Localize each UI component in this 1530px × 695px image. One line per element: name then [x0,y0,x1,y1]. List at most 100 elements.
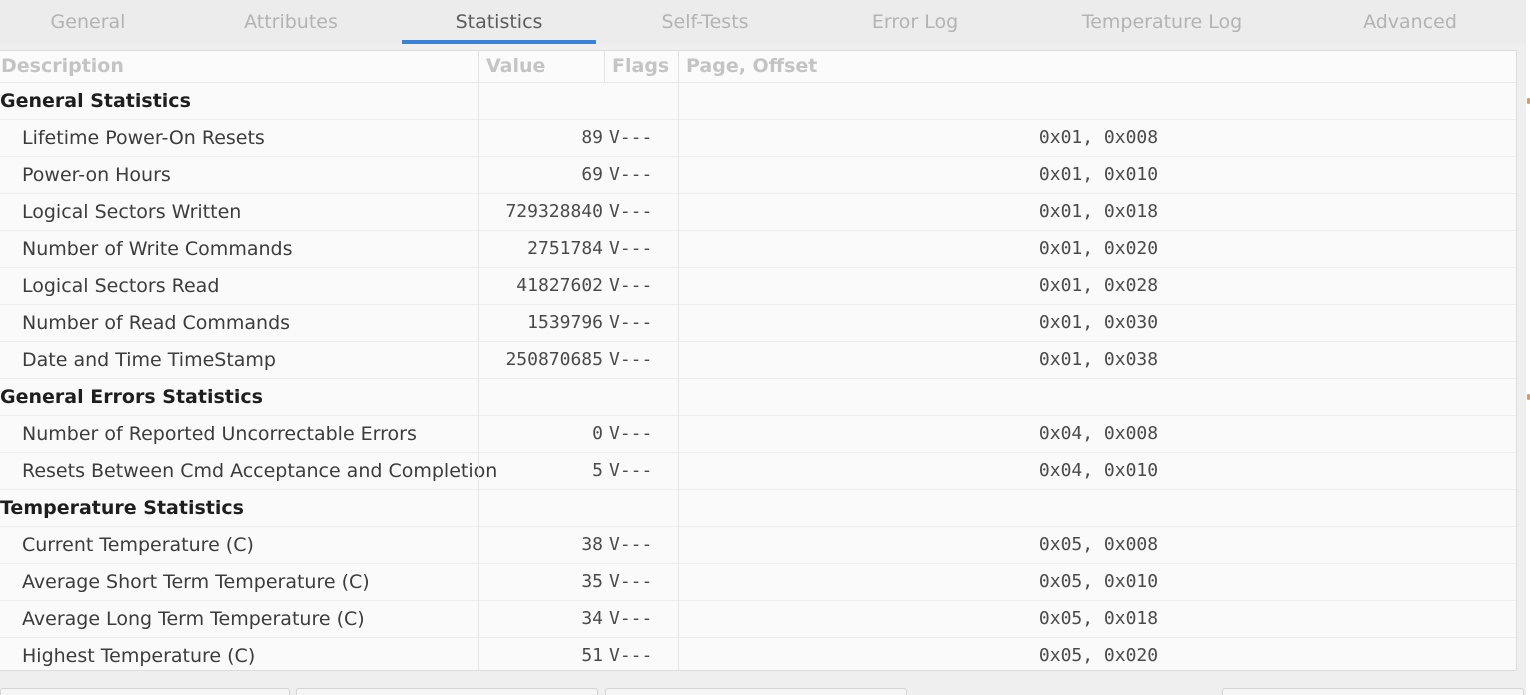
description-text: Average Short Term Temperature (C) [22,571,370,593]
cell-description: Lifetime Power-On Resets [0,120,478,156]
tab-self-tests[interactable]: Self-Tests [640,0,770,44]
cell-flags [609,490,677,526]
bottom-button-strip [0,688,1526,695]
column-divider [678,453,679,490]
cell-page-offset: 0x01, 0x038 [1038,349,1159,370]
column-divider [678,342,679,379]
column-divider [678,527,679,564]
description-text: General Statistics [0,90,191,112]
table-group-row[interactable]: General Errors Statistics [0,379,1516,416]
cell-value [479,83,603,119]
table-group-row[interactable]: General Statistics [0,83,1516,120]
cell-page-offset: 0x05, 0x008 [1038,534,1159,555]
table-row[interactable]: Average Long Term Temperature (C) 34 V--- 0… [0,601,1516,638]
tab-statistics[interactable]: Statistics [402,0,596,44]
cell-flags: V--- [609,645,653,666]
table-row[interactable]: Date and Time TimeStamp 250870685 V--- 0x01… [0,342,1516,379]
column-divider[interactable] [478,51,479,82]
table-row[interactable]: Resets Between Cmd Acceptance and Comple… [0,453,1516,490]
column-divider [678,305,679,342]
cell-page-offset: 0x01, 0x010 [1038,164,1159,185]
statistics-window: General Attributes Statistics Self-Tests… [0,0,1530,695]
cell-page-offset [680,490,1516,526]
cell-flags: V--- [609,460,653,481]
description-text: Number of Write Commands [22,238,293,260]
cell-value: 729328840 [505,201,603,222]
column-divider [678,194,679,231]
cell-description: Highest Temperature (C) [0,638,478,670]
cell-flags: V--- [609,164,653,185]
table-row[interactable]: Logical Sectors Read 41827602 V--- 0x01, 0x… [0,268,1516,305]
table-header: Description Value Flags Page, Offset [0,51,1516,83]
bottom-button[interactable] [0,688,290,695]
tab-error-log[interactable]: Error Log [850,0,980,44]
description-text: Power-on Hours [22,164,171,186]
description-text: General Errors Statistics [0,386,263,408]
cell-page-offset: 0x05, 0x018 [1038,608,1159,629]
table-row[interactable]: Number of Write Commands 2751784 V--- 0x01,… [0,231,1516,268]
cell-flags: V--- [609,608,653,629]
cell-value [479,490,603,526]
column-divider [678,379,679,416]
cell-flags [609,83,677,119]
column-divider[interactable] [678,51,679,82]
cell-value: 5 [592,460,603,481]
cell-flags: V--- [609,349,653,370]
cell-page-offset: 0x01, 0x008 [1038,127,1159,148]
cell-value: 38 [581,534,603,555]
cell-description: Average Long Term Temperature (C) [0,601,478,637]
cell-page-offset: 0x04, 0x008 [1038,423,1159,444]
column-divider [678,157,679,194]
column-divider [678,490,679,527]
cell-description: Logical Sectors Written [0,194,478,230]
column-header-page-offset[interactable]: Page, Offset [686,51,817,82]
cell-value: 51 [581,645,603,666]
bottom-button[interactable] [605,688,907,695]
column-header-flags[interactable]: Flags [612,51,669,82]
table-row[interactable]: Highest Temperature (C) 51 V--- 0x05, 0x020 [0,638,1516,670]
description-text: Number of Read Commands [22,312,291,334]
cell-value: 1539796 [527,312,603,333]
column-divider[interactable] [604,51,605,82]
cell-description: Number of Write Commands [0,231,478,267]
cell-description: Power-on Hours [0,157,478,193]
column-divider [678,564,679,601]
bottom-button[interactable] [296,688,598,695]
description-text: Number of Reported Uncorrectable Errors [22,423,417,445]
cell-flags: V--- [609,238,653,259]
column-divider [678,120,679,157]
tab-general[interactable]: General [28,0,148,44]
column-divider [678,601,679,638]
cell-page-offset: 0x01, 0x030 [1038,312,1159,333]
cell-flags: V--- [609,312,653,333]
column-divider [678,83,679,120]
tab-advanced[interactable]: Advanced [1345,0,1475,44]
table-row[interactable]: Logical Sectors Written 729328840 V--- 0x01… [0,194,1516,231]
cell-page-offset: 0x01, 0x028 [1038,275,1159,296]
table-row[interactable]: Current Temperature (C) 38 V--- 0x05, 0x008 [0,527,1516,564]
bottom-button[interactable] [1222,688,1524,695]
cell-value: 250870685 [505,349,603,370]
cell-description: Logical Sectors Read [0,268,478,304]
cell-flags [609,379,677,415]
description-text: Average Long Term Temperature (C) [22,608,365,630]
column-divider [678,416,679,453]
table-row[interactable]: Number of Read Commands 1539796 V--- 0x01, … [0,305,1516,342]
cell-page-offset: 0x05, 0x020 [1038,645,1159,666]
table-row[interactable]: Power-on Hours 69 V--- 0x01, 0x010 [0,157,1516,194]
cell-flags: V--- [609,534,653,555]
cell-flags: V--- [609,423,653,444]
table-row[interactable]: Lifetime Power-On Resets 89 V--- 0x01, 0x00… [0,120,1516,157]
column-header-value[interactable]: Value [486,51,545,82]
table-row[interactable]: Average Short Term Temperature (C) 35 V---… [0,564,1516,601]
cell-page-offset: 0x04, 0x010 [1038,460,1159,481]
tab-bar: General Attributes Statistics Self-Tests… [0,0,1526,44]
table-group-row[interactable]: Temperature Statistics [0,490,1516,527]
column-header-description[interactable]: Description [1,51,124,82]
tab-attributes[interactable]: Attributes [226,0,356,44]
cell-flags: V--- [609,275,653,296]
cell-description: Current Temperature (C) [0,527,478,563]
table-row[interactable]: Number of Reported Uncorrectable Errors 0… [0,416,1516,453]
cell-description: Number of Read Commands [0,305,478,341]
tab-temperature-log[interactable]: Temperature Log [1070,0,1254,44]
